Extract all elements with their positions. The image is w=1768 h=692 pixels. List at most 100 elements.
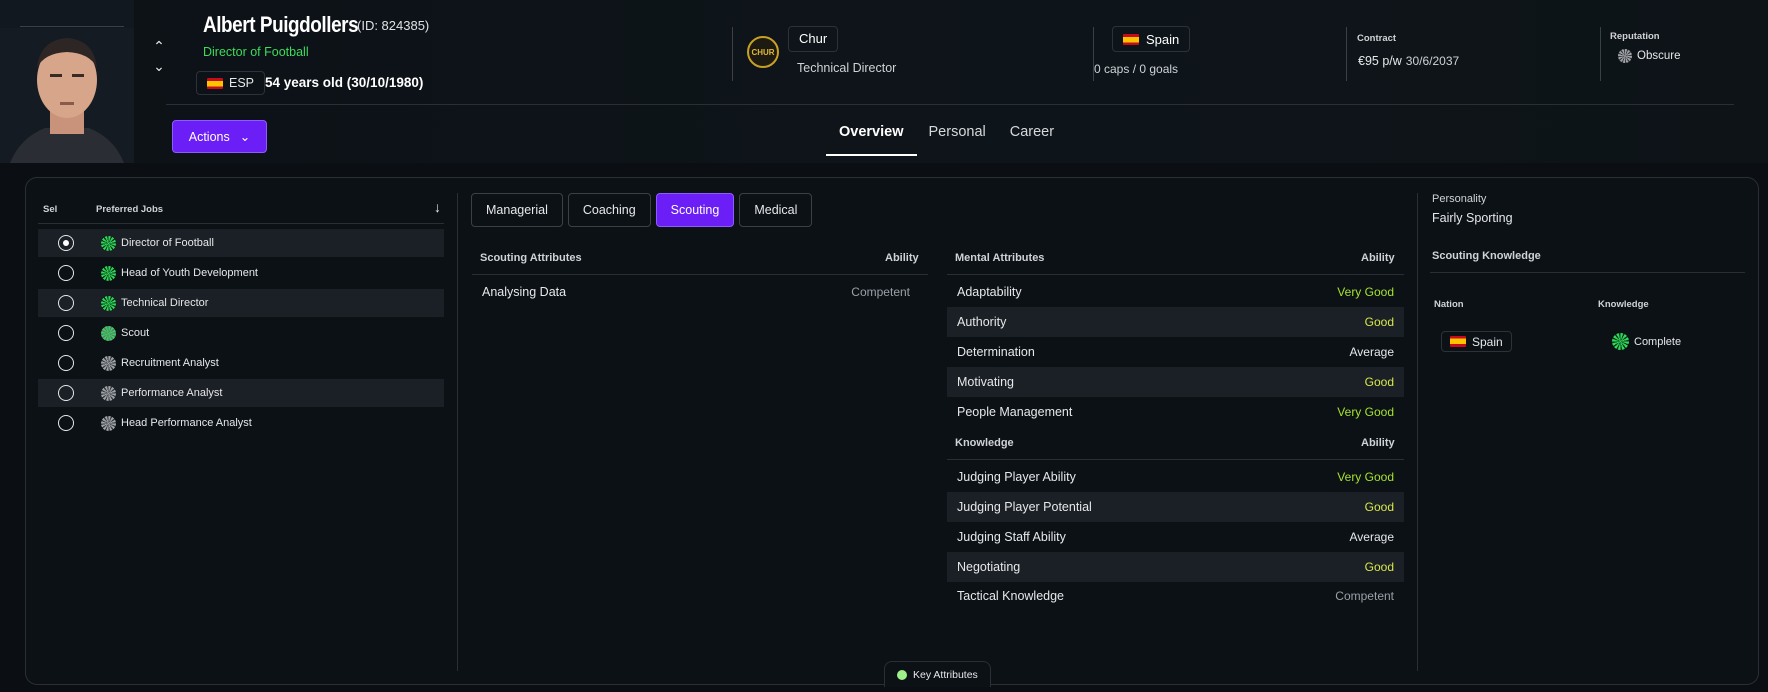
job-row[interactable]: Performance Analyst (38, 379, 444, 407)
contract-value: €95 p/w 30/6/2037 (1358, 54, 1460, 68)
attribute-row: People Management Very Good (957, 405, 1394, 419)
club-crest-icon[interactable]: CHUR (747, 36, 779, 68)
main-tabs: Overview Personal Career (826, 112, 1066, 156)
chevron-down-icon: ⌄ (239, 130, 251, 144)
attribute-row: Judging Staff Ability Average (957, 530, 1394, 544)
divider (1346, 27, 1347, 81)
sel-header: Sel (43, 204, 58, 215)
preferred-jobs-header[interactable]: Preferred Jobs (96, 204, 163, 215)
staff-photo (0, 0, 134, 163)
job-label: Technical Director (121, 297, 209, 309)
job-row[interactable]: Technical Director (38, 289, 444, 317)
country-link[interactable]: Spain (1112, 26, 1191, 52)
table-divider (472, 274, 928, 275)
job-radio[interactable] (58, 295, 74, 311)
knowledge-header: Knowledge (1598, 299, 1649, 310)
tab-managerial[interactable]: Managerial (471, 193, 563, 227)
spain-flag-icon (1123, 33, 1139, 45)
job-suitability-icon (101, 265, 116, 281)
divider (732, 27, 733, 81)
reputation-label: Reputation (1610, 31, 1660, 42)
scouting-knowledge-title: Scouting Knowledge (1432, 250, 1541, 262)
sort-arrow-down-icon[interactable]: ↓ (434, 199, 441, 215)
job-suitability-icon (101, 355, 116, 371)
attribute-row: Determination Average (957, 345, 1394, 359)
tab-overview[interactable]: Overview (826, 112, 917, 156)
job-suitability-icon (101, 325, 116, 341)
jobs-header-divider (38, 223, 444, 224)
actions-button[interactable]: Actions ⌄ (172, 120, 267, 153)
job-radio[interactable] (58, 235, 74, 251)
attribute-row: Tactical Knowledge Competent (957, 589, 1394, 603)
header-divider (166, 104, 1734, 105)
tab-career[interactable]: Career (998, 112, 1066, 156)
chevron-down-icon[interactable]: ⌄ (152, 56, 166, 76)
table-divider (1430, 272, 1745, 273)
job-suitability-icon (101, 295, 116, 311)
tab-personal[interactable]: Personal (917, 112, 998, 156)
reputation-icon (1618, 49, 1632, 63)
staff-name: Albert Puigdollers (203, 12, 359, 37)
divider (1600, 27, 1601, 81)
knowledge-header: Knowledge (955, 437, 1014, 449)
tab-medical[interactable]: Medical (739, 193, 813, 227)
job-row[interactable]: Head Performance Analyst (38, 409, 444, 437)
column-divider (1417, 193, 1418, 671)
attribute-row: Judging Player Ability Very Good (957, 470, 1394, 484)
staff-id: (ID: 824385) (357, 18, 430, 33)
attribute-row: Motivating Good (947, 367, 1404, 397)
attribute-tabs: Managerial Coaching Scouting Medical (471, 193, 813, 227)
job-suitability-icon (101, 415, 116, 431)
job-label: Head Performance Analyst (121, 417, 252, 429)
caps-goals: 0 caps / 0 goals (1094, 62, 1179, 76)
job-label: Recruitment Analyst (121, 357, 219, 369)
key-attributes-icon (897, 669, 907, 680)
attribute-row: Judging Player Potential Good (947, 492, 1404, 522)
club-link[interactable]: Chur (788, 26, 839, 52)
attribute-row: Adaptability Very Good (957, 285, 1394, 299)
job-radio[interactable] (58, 355, 74, 371)
job-row[interactable]: Head of Youth Development (38, 259, 444, 287)
profile-header: ⌃ ⌄ Albert Puigdollers (ID: 824385) Dire… (0, 0, 1768, 163)
club-role: Technical Director (797, 61, 897, 75)
nation-header: Nation (1434, 299, 1464, 310)
tab-coaching[interactable]: Coaching (567, 193, 651, 227)
knowledge-level: Complete (1612, 333, 1681, 350)
job-row[interactable]: Director of Football (38, 229, 444, 257)
attribute-row: Analysing Data Competent (482, 285, 910, 299)
job-row[interactable]: Scout (38, 319, 444, 347)
ability-header: Ability (1361, 437, 1395, 449)
personality-label: Personality (1432, 193, 1487, 205)
personality-value: Fairly Sporting (1432, 211, 1513, 225)
scouting-attributes-header: Scouting Attributes (480, 252, 582, 264)
spain-flag-icon (1450, 336, 1466, 347)
table-divider (947, 274, 1404, 275)
ability-header: Ability (1361, 252, 1395, 264)
nationality-code: ESP (229, 76, 255, 90)
knowledge-complete-icon (1612, 333, 1629, 350)
job-suitability-icon (101, 385, 116, 401)
job-label: Director of Football (121, 237, 214, 249)
tab-scouting[interactable]: Scouting (655, 193, 735, 227)
job-radio[interactable] (58, 415, 74, 431)
column-divider (457, 193, 458, 671)
ability-header: Ability (885, 252, 919, 264)
nationality-badge[interactable]: ESP (196, 71, 266, 95)
nation-link[interactable]: Spain (1441, 331, 1512, 352)
contract-label: Contract (1357, 33, 1397, 44)
reputation-value: Obscure (1618, 49, 1680, 63)
photo-divider (20, 26, 124, 27)
job-radio[interactable] (58, 265, 74, 281)
staff-role: Director of Football (203, 45, 309, 59)
job-radio[interactable] (58, 385, 74, 401)
staff-age: 54 years old (30/10/1980) (265, 75, 424, 90)
job-row[interactable]: Recruitment Analyst (38, 349, 444, 377)
chevron-up-icon[interactable]: ⌃ (152, 36, 166, 56)
job-radio[interactable] (58, 325, 74, 341)
attribute-row: Authority Good (947, 307, 1404, 337)
prev-next-controls: ⌃ ⌄ (152, 36, 166, 76)
key-attributes-toggle[interactable]: Key Attributes (884, 661, 991, 687)
job-suitability-icon (101, 235, 116, 251)
spain-flag-icon (207, 77, 223, 89)
attribute-row: Negotiating Good (947, 552, 1404, 582)
